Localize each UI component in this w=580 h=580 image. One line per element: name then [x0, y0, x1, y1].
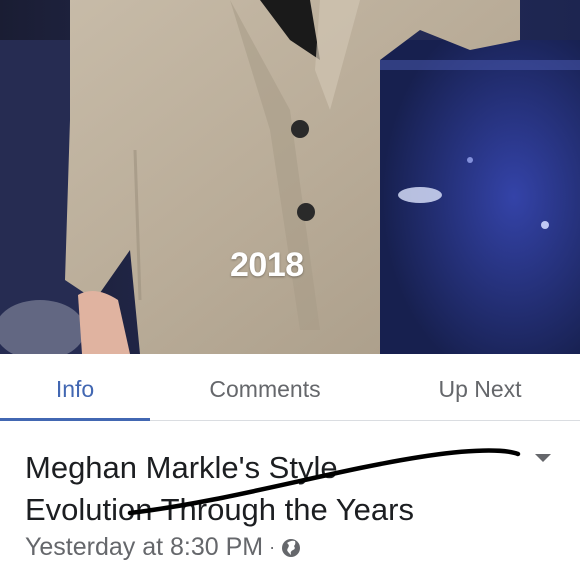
tab-info[interactable]: Info: [0, 354, 150, 420]
year-caption: 2018: [230, 246, 304, 284]
post-photo[interactable]: 2018: [0, 0, 580, 354]
meta-separator: ·: [269, 537, 276, 557]
tab-bar: Info Comments Up Next: [0, 354, 580, 421]
post-title: Meghan Markle's Style Evolution Through …: [25, 447, 505, 531]
chevron-down-icon[interactable]: [532, 449, 554, 467]
post-title-line-1: Meghan Markle's Style: [25, 450, 338, 485]
tab-up-next[interactable]: Up Next: [410, 354, 550, 420]
post-title-line-2: Evolution Through the Years: [25, 492, 414, 527]
globe-icon: [282, 538, 301, 557]
post-timestamp[interactable]: Yesterday at 8:30 PM: [25, 533, 263, 562]
photo-illustration: [0, 0, 580, 354]
post-meta: Yesterday at 8:30 PM ·: [25, 533, 301, 562]
video-post-screen: 2018 Info Comments Up Next Meghan Markle…: [0, 0, 580, 580]
post-info-panel: Meghan Markle's Style Evolution Through …: [0, 421, 580, 580]
tab-comments[interactable]: Comments: [170, 354, 360, 420]
